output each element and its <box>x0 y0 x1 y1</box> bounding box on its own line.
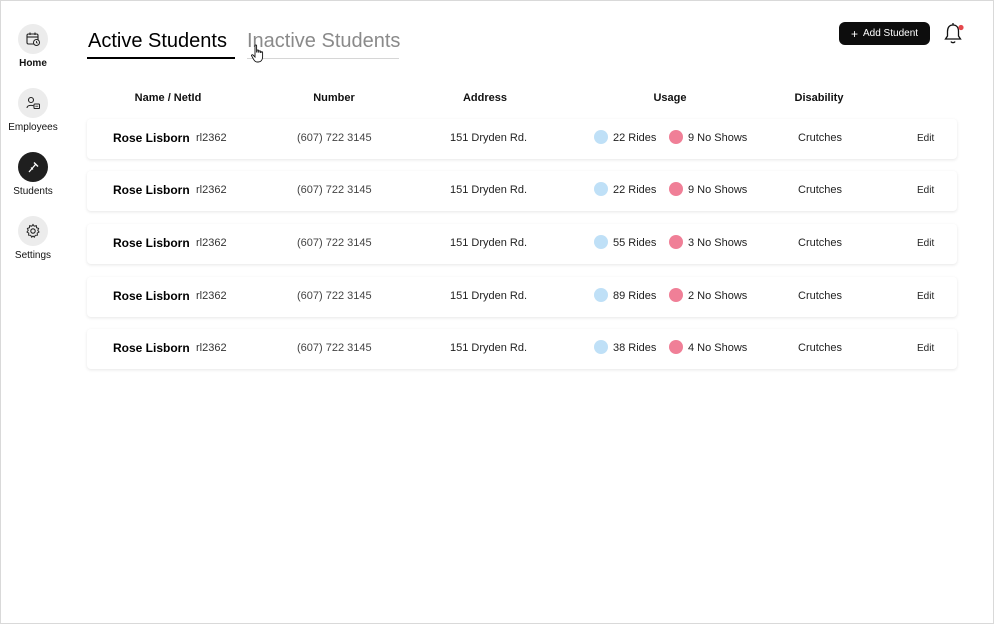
column-header-usage: Usage <box>653 92 687 104</box>
tab-bar: Active Students Inactive Students <box>87 30 407 62</box>
student-address: 151 Dryden Rd. <box>450 132 528 144</box>
gear-icon <box>18 216 48 246</box>
rides-dot-icon <box>594 235 608 249</box>
student-name: Rose Lisborn <box>113 131 190 145</box>
edit-button[interactable]: Edit <box>917 185 934 196</box>
sidebar-item-employees[interactable]: Employees <box>0 82 66 142</box>
edit-button[interactable]: Edit <box>917 133 934 144</box>
hand-cursor-icon <box>251 44 264 63</box>
rides-count: 55 Rides <box>613 237 657 249</box>
table-row: Rose Lisborn rl2362 (607) 722 3145 151 D… <box>87 171 957 211</box>
employee-badge-icon <box>18 88 48 118</box>
student-netid: rl2362 <box>196 290 227 302</box>
column-header-disability: Disability <box>794 92 844 104</box>
student-name: Rose Lisborn <box>113 183 190 197</box>
student-name: Rose Lisborn <box>113 289 190 303</box>
no-shows-dot-icon <box>669 340 683 354</box>
student-name: Rose Lisborn <box>113 341 190 355</box>
bell-icon[interactable] <box>943 22 965 46</box>
rides-count: 22 Rides <box>613 184 657 196</box>
student-address: 151 Dryden Rd. <box>450 290 528 302</box>
student-address: 151 Dryden Rd. <box>450 237 528 249</box>
student-netid: rl2362 <box>196 237 227 249</box>
rides-dot-icon <box>594 130 608 144</box>
student-address: 151 Dryden Rd. <box>450 184 528 196</box>
tab-active-students[interactable]: Active Students <box>88 30 227 60</box>
no-shows-dot-icon <box>669 130 683 144</box>
student-netid: rl2362 <box>196 342 227 354</box>
sidebar-item-label: Home <box>19 58 47 69</box>
crutch-icon <box>18 152 48 182</box>
student-disability: Crutches <box>798 290 843 302</box>
student-disability: Crutches <box>798 132 843 144</box>
sidebar-item-label: Settings <box>14 250 52 261</box>
active-tab-underline <box>87 57 235 59</box>
no-shows-count: 4 No Shows <box>688 342 748 354</box>
student-number: (607) 722 3145 <box>297 184 372 196</box>
no-shows-dot-icon <box>669 235 683 249</box>
column-header-number: Number <box>313 92 355 104</box>
student-number: (607) 722 3145 <box>297 132 372 144</box>
rides-count: 38 Rides <box>613 342 657 354</box>
sidebar-item-label: Students <box>13 186 53 197</box>
student-netid: rl2362 <box>196 132 227 144</box>
no-shows-count: 9 No Shows <box>688 184 748 196</box>
inactive-tab-underline <box>247 58 399 59</box>
rides-dot-icon <box>594 340 608 354</box>
column-header-address: Address <box>462 92 508 104</box>
no-shows-count: 2 No Shows <box>688 290 748 302</box>
calendar-icon <box>18 24 48 54</box>
no-shows-dot-icon <box>669 288 683 302</box>
rides-dot-icon <box>594 182 608 196</box>
sidebar-item-label: Employees <box>8 122 58 133</box>
student-number: (607) 722 3145 <box>297 290 372 302</box>
rides-dot-icon <box>594 288 608 302</box>
table-row: Rose Lisborn rl2362 (607) 722 3145 151 D… <box>87 277 957 317</box>
edit-button[interactable]: Edit <box>917 238 934 249</box>
rides-count: 22 Rides <box>613 132 657 144</box>
notification-dot <box>958 24 964 31</box>
student-disability: Crutches <box>798 342 843 354</box>
table-row: Rose Lisborn rl2362 (607) 722 3145 151 D… <box>87 224 957 264</box>
student-netid: rl2362 <box>196 184 227 196</box>
add-student-label: Add Student <box>862 28 919 39</box>
no-shows-count: 9 No Shows <box>688 132 748 144</box>
sidebar-item-students[interactable]: Students <box>0 146 66 206</box>
table-header: Name / NetId Number Address Usage Disabi… <box>87 92 957 108</box>
student-disability: Crutches <box>798 237 843 249</box>
edit-button[interactable]: Edit <box>917 343 934 354</box>
rides-count: 89 Rides <box>613 290 657 302</box>
column-header-name: Name / NetId <box>134 92 202 104</box>
student-number: (607) 722 3145 <box>297 237 372 249</box>
student-disability: Crutches <box>798 184 843 196</box>
no-shows-dot-icon <box>669 182 683 196</box>
student-name: Rose Lisborn <box>113 236 190 250</box>
tab-inactive-students[interactable]: Inactive Students <box>247 30 400 60</box>
table-row: Rose Lisborn rl2362 (607) 722 3145 151 D… <box>87 119 957 159</box>
add-student-button[interactable]: + Add Student <box>839 22 930 45</box>
plus-icon: + <box>850 26 858 41</box>
student-address: 151 Dryden Rd. <box>450 342 528 354</box>
table-row: Rose Lisborn rl2362 (607) 722 3145 151 D… <box>87 329 957 369</box>
edit-button[interactable]: Edit <box>917 291 934 302</box>
student-number: (607) 722 3145 <box>297 342 372 354</box>
no-shows-count: 3 No Shows <box>688 237 748 249</box>
sidebar-item-settings[interactable]: Settings <box>0 210 66 270</box>
sidebar-item-home[interactable]: Home <box>0 18 66 78</box>
